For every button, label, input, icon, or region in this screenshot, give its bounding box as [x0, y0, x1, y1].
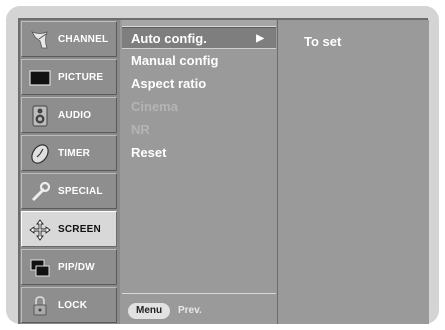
sidebar-item-picture[interactable]: PICTURE [21, 59, 117, 95]
osd-panel: CHANNEL PICTURE AUDIO TIMER SPECIAL SCRE… [18, 18, 429, 324]
satellite-dish-icon [28, 28, 52, 52]
tv-screen-icon [28, 66, 52, 90]
sidebar-item-label: PICTURE [58, 71, 104, 83]
sidebar-item-label: TIMER [58, 147, 91, 159]
move-arrows-icon [28, 218, 52, 242]
menu-item-label: Cinema [131, 99, 178, 114]
menu-button[interactable]: Menu [128, 303, 171, 319]
menu-footer: Menu Prev. [122, 298, 276, 324]
menu-item-label: Manual config [131, 53, 219, 68]
footer-divider [122, 293, 276, 294]
sidebar-item-label: PIP/DW [58, 261, 95, 273]
menu-item-manual-config[interactable]: Manual config [122, 50, 276, 72]
sidebar-item-timer[interactable]: TIMER [21, 135, 117, 171]
submenu-to-set[interactable]: To set [304, 34, 341, 49]
screen-menu: Auto config. ▶ Manual config Aspect rati… [122, 20, 276, 324]
menu-item-aspect-ratio[interactable]: Aspect ratio [122, 73, 276, 95]
sidebar-item-audio[interactable]: AUDIO [21, 97, 117, 133]
wrench-icon [28, 180, 52, 204]
submenu-arrow-icon: ▶ [256, 33, 264, 44]
sidebar-item-label: LOCK [58, 299, 88, 311]
speaker-icon [28, 104, 52, 128]
clock-icon [28, 142, 52, 166]
menu-item-label: Reset [131, 145, 167, 160]
sidebar-item-pipdw[interactable]: PIP/DW [21, 249, 117, 285]
menu-item-label: Aspect ratio [131, 76, 207, 91]
sidebar-item-special[interactable]: SPECIAL [21, 173, 117, 209]
menu-top-bar [122, 20, 276, 27]
pip-windows-icon [28, 256, 52, 280]
menu-item-nr: NR [122, 119, 276, 141]
sidebar-item-label: SCREEN [58, 223, 101, 235]
menu-item-label: Auto config. [131, 31, 207, 46]
sidebar: CHANNEL PICTURE AUDIO TIMER SPECIAL SCRE… [20, 20, 120, 324]
menu-item-label: NR [131, 122, 150, 137]
sidebar-item-label: CHANNEL [58, 33, 109, 45]
submenu-panel: To set [277, 20, 429, 324]
sidebar-item-label: SPECIAL [58, 185, 103, 197]
menu-item-auto-config[interactable]: Auto config. ▶ [122, 27, 276, 49]
prev-hint: Prev. [178, 305, 202, 316]
padlock-icon [28, 294, 52, 318]
menu-item-cinema: Cinema [122, 96, 276, 118]
sidebar-item-lock[interactable]: LOCK [21, 287, 117, 323]
menu-item-reset[interactable]: Reset [122, 142, 276, 164]
sidebar-item-channel[interactable]: CHANNEL [21, 21, 117, 57]
sidebar-item-label: AUDIO [58, 109, 92, 121]
sidebar-item-screen[interactable]: SCREEN [21, 211, 117, 247]
